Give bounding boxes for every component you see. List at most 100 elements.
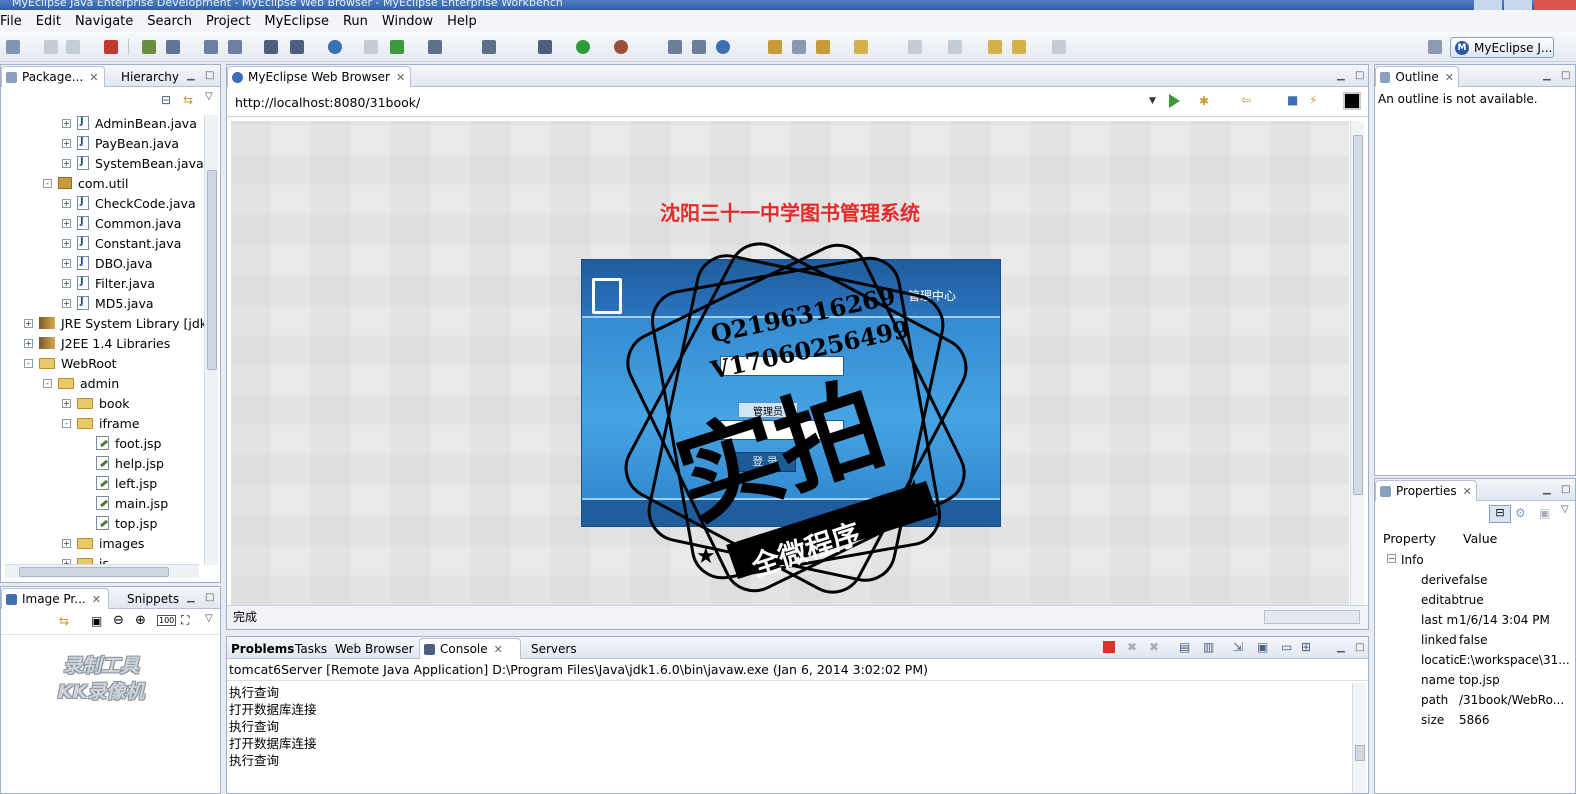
property-row[interactable]: last modified1/6/14 3:04 PM (1375, 613, 1575, 633)
tree-item[interactable]: + SystemBean.java (62, 153, 204, 173)
open-folder-icon[interactable] (768, 40, 782, 54)
tree-item[interactable]: + book (62, 393, 129, 413)
tree-item[interactable]: - admin (43, 373, 119, 393)
expand-icon[interactable]: + (24, 338, 33, 348)
tree-item[interactable]: + MD5.java (62, 293, 154, 313)
zoom-out-icon[interactable]: ⊖ (113, 613, 124, 628)
maximize-view-icon[interactable]: □ (1561, 484, 1570, 495)
minimize-button[interactable] (1474, 0, 1502, 10)
new-web-project-icon[interactable] (142, 40, 156, 54)
new-console-icon[interactable]: ⊞ (1301, 640, 1311, 654)
new-class-icon[interactable] (204, 40, 218, 54)
menu-navigate[interactable]: Navigate (68, 14, 140, 29)
minimize-view-icon[interactable]: ▁ (1543, 70, 1551, 81)
maximize-view-icon[interactable]: □ (1561, 70, 1570, 81)
expand-icon[interactable]: + (62, 158, 71, 168)
task-icon[interactable] (816, 40, 830, 54)
tree-item[interactable]: + Common.java (62, 213, 181, 233)
collapse-all-icon[interactable]: ⊟ (161, 93, 171, 107)
collapse-icon[interactable]: - (24, 358, 33, 368)
clear-console-icon[interactable]: ▤ (1179, 640, 1190, 654)
actual-size-icon[interactable]: 100 (157, 615, 177, 626)
menu-file[interactable]: File (0, 14, 29, 29)
property-group-info[interactable]: − Info (1375, 551, 1575, 571)
next-annotation-icon[interactable] (908, 40, 922, 54)
server-icon[interactable] (264, 40, 278, 54)
go-icon[interactable] (1169, 94, 1180, 108)
tab-web-browser-view[interactable]: Web Browser (331, 638, 418, 659)
forward-icon[interactable] (1052, 40, 1066, 54)
open-perspective-button-icon[interactable] (1428, 40, 1442, 54)
show-advanced-icon[interactable]: ⚙ (1515, 506, 1526, 520)
expand-icon[interactable]: + (62, 138, 71, 148)
show-categories-icon[interactable]: ⊟ (1489, 505, 1511, 523)
expand-icon[interactable]: + (62, 298, 71, 308)
close-icon[interactable]: ✕ (494, 643, 503, 656)
property-row[interactable]: size 5866 (1375, 713, 1575, 733)
password-input[interactable] (720, 420, 844, 440)
tab-package-explorer[interactable]: Package... ✕ (1, 66, 105, 87)
expand-icon[interactable]: + (62, 238, 71, 248)
tree-item[interactable]: + PayBean.java (62, 133, 179, 153)
close-icon[interactable]: ✕ (1445, 71, 1454, 84)
tab-console[interactable]: Console ✕ (419, 638, 521, 659)
expand-icon[interactable]: + (24, 318, 33, 328)
collapse-icon[interactable]: - (62, 418, 71, 428)
save-icon[interactable] (44, 40, 58, 54)
debug-icon[interactable] (538, 40, 552, 54)
pencil-icon[interactable] (792, 40, 806, 54)
expand-icon[interactable]: + (62, 118, 71, 128)
start-server-icon[interactable] (390, 40, 404, 54)
open-perspective-icon[interactable] (428, 40, 442, 54)
new-icon[interactable] (6, 40, 20, 54)
tree-item[interactable]: + DBO.java (62, 253, 152, 273)
tree-item[interactable]: - iframe (62, 413, 140, 433)
menu-window[interactable]: Window (375, 14, 440, 29)
close-icon[interactable]: ✕ (396, 71, 405, 84)
restore-default-icon[interactable]: ▣ (1539, 506, 1550, 520)
property-row[interactable]: locationE:\workspace\31... (1375, 653, 1575, 673)
collapse-icon[interactable]: − (1387, 554, 1396, 563)
view-menu-icon[interactable]: ▽ (205, 613, 213, 624)
tab-hierarchy[interactable]: Hierarchy (117, 66, 183, 87)
url-input[interactable] (233, 92, 1163, 112)
role-select[interactable]: 管理员 (738, 402, 798, 418)
prev-annotation-icon[interactable] (948, 40, 962, 54)
view-menu-icon[interactable]: ▽ (205, 91, 213, 102)
minimize-view-icon[interactable]: ▁ (187, 592, 195, 603)
terminate-icon[interactable] (1103, 641, 1115, 653)
minimize-view-icon[interactable]: ▁ (1543, 484, 1551, 495)
tree-item[interactable]: foot.jsp (81, 433, 162, 453)
remove-launch-icon[interactable]: ✖ (1127, 640, 1137, 654)
run-icon[interactable] (576, 40, 590, 54)
tab-image-preview[interactable]: Image Pr... ✕ (1, 588, 109, 609)
menu-run[interactable]: Run (336, 14, 375, 29)
maximize-view-icon[interactable]: □ (205, 592, 214, 603)
chevron-down-icon[interactable]: ▼ (1149, 96, 1156, 106)
property-row[interactable]: name top.jsp (1375, 673, 1575, 693)
open-console-icon[interactable]: ▭ (1281, 640, 1292, 654)
console-vertical-scrollbar[interactable] (1352, 683, 1366, 793)
deploy-icon[interactable] (104, 40, 118, 54)
external-tools-icon[interactable] (482, 40, 496, 54)
maximize-view-icon[interactable]: □ (1355, 642, 1364, 653)
remove-all-icon[interactable]: ✖ (1149, 640, 1159, 654)
perspective-switch-button[interactable]: M MyEclipse J... (1450, 37, 1554, 58)
home-icon[interactable]: ⚡ (1309, 93, 1317, 107)
collapse-icon[interactable]: - (43, 378, 52, 388)
tab-web-browser[interactable]: MyEclipse Web Browser ✕ (227, 66, 411, 87)
value-column-header[interactable]: Value (1463, 531, 1497, 546)
property-row[interactable]: derivedfalse (1375, 573, 1575, 593)
back-icon[interactable] (1012, 40, 1026, 54)
property-row[interactable]: path/31book/WebRo... (1375, 693, 1575, 713)
browser-icon[interactable] (328, 40, 342, 54)
run-server-icon[interactable] (364, 40, 378, 54)
maximize-view-icon[interactable]: □ (205, 70, 214, 81)
print-icon[interactable] (66, 40, 80, 54)
tree-item[interactable]: help.jsp (81, 453, 164, 473)
close-window-button[interactable] (1534, 0, 1576, 10)
tab-outline[interactable]: Outline ✕ (1375, 66, 1459, 87)
tree-item[interactable]: - com.util (43, 173, 128, 193)
close-icon[interactable]: ✕ (92, 593, 101, 606)
deploy-project-icon[interactable] (290, 40, 304, 54)
